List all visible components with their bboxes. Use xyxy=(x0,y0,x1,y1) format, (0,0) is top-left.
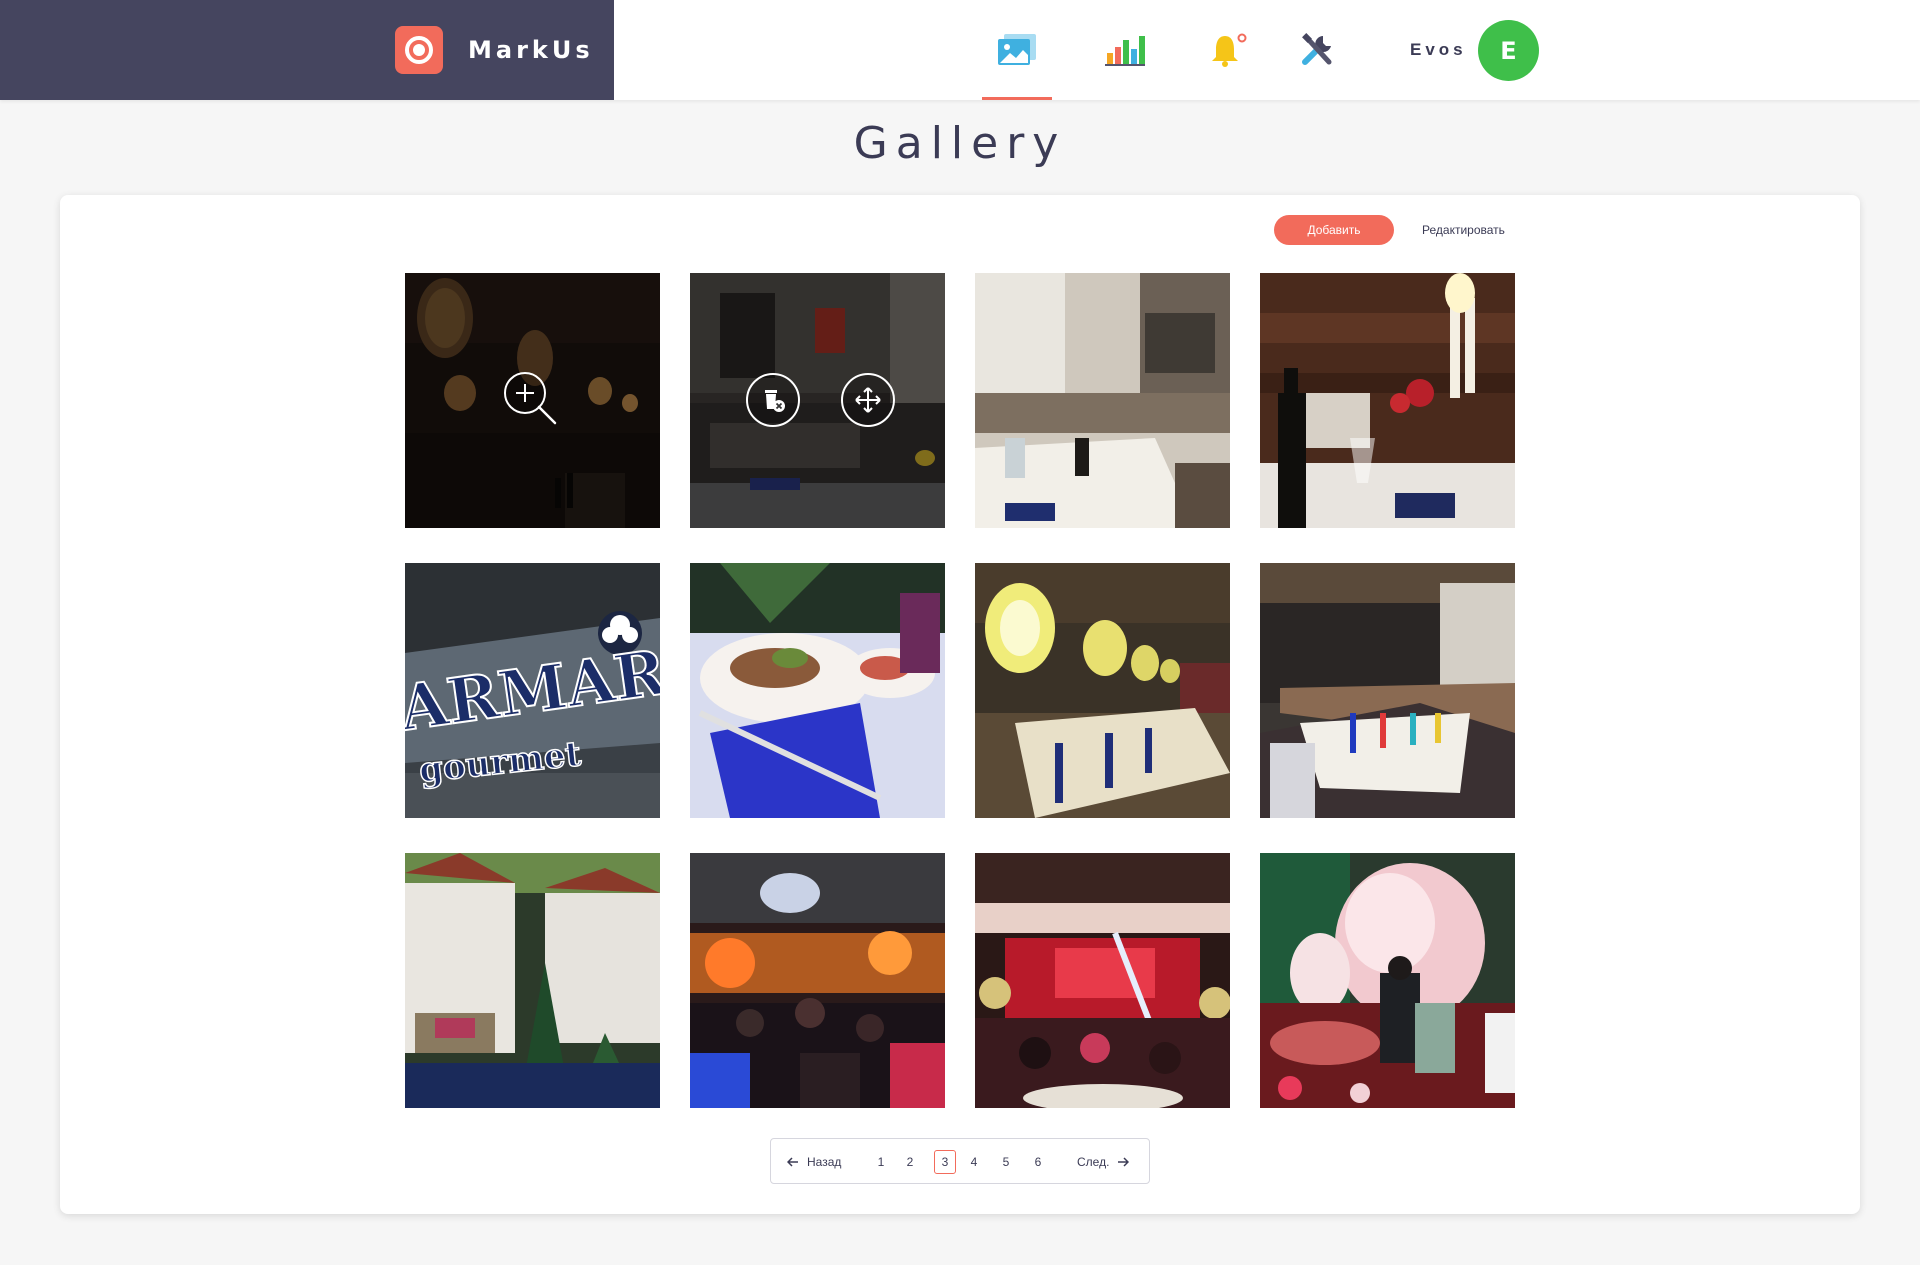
photo-red-stage xyxy=(975,853,1230,1108)
gallery-tile[interactable] xyxy=(405,273,660,528)
gallery-tile[interactable] xyxy=(1260,853,1515,1108)
photo-plates-napkins xyxy=(690,563,945,818)
gallery-tile[interactable] xyxy=(975,563,1230,818)
photo-long-table xyxy=(1260,563,1515,818)
app-logo-icon xyxy=(395,26,443,74)
gallery-tile[interactable] xyxy=(975,853,1230,1108)
delete-photo-button[interactable] xyxy=(746,373,800,427)
photo-marmaris-sign: ARMARIS gourmet xyxy=(405,563,660,818)
nav-settings[interactable] xyxy=(1283,22,1353,78)
trash-icon xyxy=(765,390,785,412)
gallery-tile[interactable] xyxy=(1260,273,1515,528)
gallery-tile[interactable] xyxy=(690,853,945,1108)
photo-candles-wine xyxy=(1260,273,1515,528)
photo-flower-decor xyxy=(1260,853,1515,1108)
edit-button[interactable]: Редактировать xyxy=(1422,215,1505,245)
page-link-1[interactable]: 1 xyxy=(870,1150,892,1174)
photo-garden-tents xyxy=(405,853,660,1108)
bar-chart-icon xyxy=(1105,36,1145,66)
page-link-2[interactable]: 2 xyxy=(899,1150,921,1174)
gallery-tile[interactable] xyxy=(1260,563,1515,818)
arrow-right-icon xyxy=(1118,1157,1130,1167)
app-name: MarkUs xyxy=(468,36,594,64)
gallery-icon xyxy=(998,34,1036,65)
prev-page-label: Назад xyxy=(807,1155,842,1169)
photo-white-tables xyxy=(975,273,1230,528)
brand-block[interactable]: MarkUs xyxy=(0,0,614,100)
arrow-left-icon xyxy=(787,1157,798,1167)
top-bar: MarkUs Evos E xyxy=(0,0,1920,100)
avatar[interactable]: E xyxy=(1478,20,1539,81)
next-page-button[interactable]: След. xyxy=(1077,1150,1130,1174)
gallery-tile[interactable] xyxy=(690,273,945,528)
page-link-4[interactable]: 4 xyxy=(963,1150,985,1174)
user-name[interactable]: Evos xyxy=(1410,40,1467,60)
move-photo-button[interactable] xyxy=(841,373,895,427)
photo-yellow-lamps xyxy=(975,563,1230,818)
prev-page-button[interactable]: Назад xyxy=(787,1150,841,1174)
tools-icon xyxy=(1302,33,1332,65)
add-button[interactable]: Добавить xyxy=(1274,215,1394,245)
page-link-5[interactable]: 5 xyxy=(995,1150,1017,1174)
nav-notifications[interactable] xyxy=(1194,22,1264,78)
gallery-card: Добавить Редактировать ARMARIS gourmet Н… xyxy=(60,195,1860,1214)
photo-party-crowd xyxy=(690,853,945,1108)
next-page-label: След. xyxy=(1077,1155,1110,1169)
zoom-icon[interactable] xyxy=(501,369,561,429)
page-link-3-current[interactable]: 3 xyxy=(934,1150,956,1174)
gallery-tile[interactable] xyxy=(405,853,660,1108)
page-link-6[interactable]: 6 xyxy=(1027,1150,1049,1174)
gallery-tile[interactable] xyxy=(975,273,1230,528)
gallery-tile[interactable] xyxy=(690,563,945,818)
bell-icon xyxy=(1212,33,1247,67)
gallery-tile[interactable]: ARMARIS gourmet xyxy=(405,563,660,818)
pagination: Назад 1 2 3 4 5 6 След. xyxy=(770,1138,1150,1184)
page-title: Gallery xyxy=(853,118,1067,169)
nav-statistics[interactable] xyxy=(1090,22,1160,78)
move-icon xyxy=(855,387,881,413)
nav-gallery[interactable] xyxy=(982,22,1052,100)
